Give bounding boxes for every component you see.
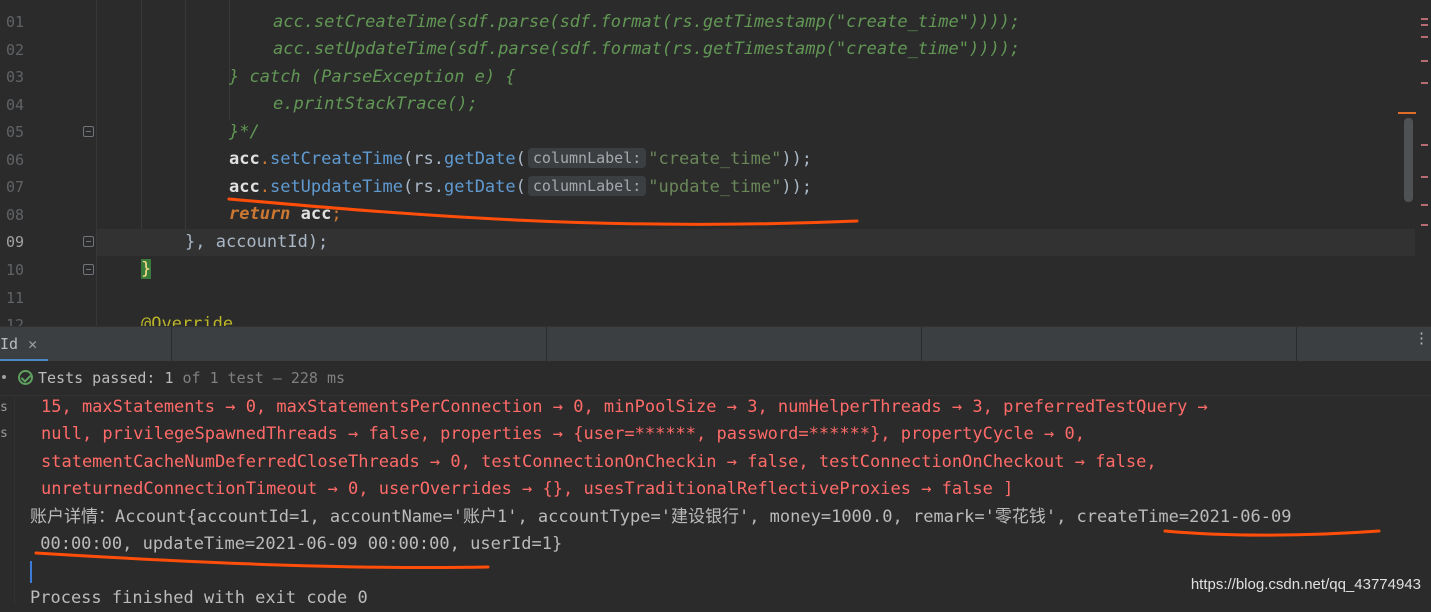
tests-total-label: of 1 test xyxy=(173,369,264,387)
console-left-strip: s s xyxy=(0,396,15,605)
code-line: }*/ xyxy=(229,122,260,142)
console-log-line: 15, maxStatements → 0, maxStatementsPerC… xyxy=(41,397,1208,417)
code-token: ( xyxy=(515,149,526,169)
line-number: 07 xyxy=(5,178,24,196)
console-log-line: statementCacheNumDeferredCloseThreads → … xyxy=(41,452,1157,472)
line-number: 11 xyxy=(5,289,24,307)
caret-position-mark xyxy=(1398,112,1416,114)
error-stripe-mark[interactable] xyxy=(1421,18,1428,20)
line-number: 12 xyxy=(5,316,24,326)
line-number: 03 xyxy=(5,68,24,86)
line-number-current: 09 xyxy=(5,233,24,251)
indent-guide xyxy=(141,0,142,229)
test-status-bar: Tests passed: 1 of 1 test – 228 ms xyxy=(0,361,1431,396)
editor-scroll-thumb[interactable] xyxy=(1404,118,1413,202)
watermark-url: https://blog.csdn.net/qq_43774943 xyxy=(1190,576,1421,593)
run-tab-label: Id xyxy=(0,335,19,353)
error-stripe-mark[interactable] xyxy=(1421,204,1428,206)
tabbar-divider xyxy=(546,327,547,362)
test-duration: – 228 ms xyxy=(263,369,346,387)
code-line-set-update-time: acc.setUpdateTime(rs.getDate(columnLabel… xyxy=(229,174,812,201)
console-output-line: 00:00:00, updateTime=2021-06-09 00:00:00… xyxy=(30,534,563,554)
console-log-line: null, privilegeSpawnedThreads → false, p… xyxy=(41,424,1085,444)
parameter-hint: columnLabel: xyxy=(527,176,647,196)
string-token: "create_time" xyxy=(648,149,782,169)
tabbar-divider xyxy=(921,327,922,362)
line-number: 08 xyxy=(5,206,24,224)
string-token: "update_time" xyxy=(648,177,782,197)
status-bullet-icon xyxy=(2,375,6,379)
console-caret xyxy=(30,561,32,583)
method-token: setCreateTime xyxy=(269,149,404,169)
line-number: 02 xyxy=(5,41,24,59)
code-editor[interactable]: 01 02 03 04 05 06 07 08 09 10 11 12 acc.… xyxy=(0,0,1431,326)
code-token: )); xyxy=(781,177,813,197)
line-number: 10 xyxy=(5,261,24,279)
editor-scroll-track[interactable] xyxy=(1416,0,1431,326)
fold-marker-icon[interactable] xyxy=(83,264,94,275)
code-line: } catch (ParseException e) { xyxy=(229,64,516,91)
error-stripe-mark[interactable] xyxy=(1421,82,1428,84)
code-line-annotation: @Override xyxy=(141,314,234,326)
run-tab[interactable]: Id ✕ xyxy=(0,327,172,362)
indent-guide xyxy=(185,0,186,229)
return-keyword: return xyxy=(229,204,291,224)
run-tool-window-tabbar: Id ✕ ⋮ xyxy=(0,326,1431,363)
fold-marker-icon[interactable] xyxy=(83,236,94,247)
code-line-set-create-time: acc.setCreateTime(rs.getDate(columnLabel… xyxy=(229,146,812,173)
code-line: e.printStackTrace(); xyxy=(273,94,478,114)
code-token: )); xyxy=(781,149,813,169)
semicolon-token: ; xyxy=(331,204,342,224)
code-line-return: return acc; xyxy=(229,201,342,228)
console-log-line: unreturnedConnectionTimeout → 0, userOve… xyxy=(41,479,1014,499)
console-output-line: 账户详情：Account{accountId=1, accountName='账… xyxy=(30,507,1292,527)
code-line: }, accountId); xyxy=(185,232,329,252)
method-token: getDate xyxy=(443,149,516,169)
line-number: 06 xyxy=(5,151,24,169)
test-status-text: Tests passed: 1 of 1 test – 228 ms xyxy=(38,369,345,387)
variable-token: acc xyxy=(229,149,260,169)
underline-annotation xyxy=(1163,529,1381,537)
dot-token: . xyxy=(259,177,270,197)
editor-gutter: 01 02 03 04 05 06 07 08 09 10 11 12 xyxy=(0,0,96,326)
console-side-mark: s xyxy=(0,400,8,415)
parameter-hint: columnLabel: xyxy=(527,148,647,168)
gutter-separator xyxy=(96,0,97,326)
line-number: 01 xyxy=(5,13,24,31)
catch-keyword: catch xyxy=(249,67,301,87)
error-stripe-mark[interactable] xyxy=(1421,176,1428,178)
code-line: acc.setCreateTime(sdf.parse(sdf.format(r… xyxy=(273,12,1021,32)
code-token: (rs. xyxy=(403,177,444,197)
tests-passed-label: Tests passed: xyxy=(38,369,165,387)
variable-token: acc xyxy=(229,177,260,197)
code-token: ( xyxy=(515,177,526,197)
console-side-mark: s xyxy=(0,426,8,441)
error-stripe-mark[interactable] xyxy=(1421,36,1428,38)
tabbar-divider xyxy=(1296,327,1297,362)
code-line: } xyxy=(141,256,152,283)
code-token: (ParseException e) { xyxy=(300,67,516,87)
line-number: 04 xyxy=(5,96,24,114)
indent-guide xyxy=(229,0,230,120)
close-icon[interactable]: ✕ xyxy=(28,335,37,353)
error-stripe-mark[interactable] xyxy=(1421,224,1428,226)
method-token: getDate xyxy=(443,177,516,197)
code-token: (rs. xyxy=(403,149,444,169)
error-stripe-mark[interactable] xyxy=(1421,24,1428,26)
dot-token: . xyxy=(259,149,270,169)
process-finished-line: Process finished with exit code 0 xyxy=(30,588,368,608)
error-stripe-mark[interactable] xyxy=(1421,144,1428,146)
matched-brace: } xyxy=(141,259,152,279)
fold-marker-icon[interactable] xyxy=(83,126,94,137)
code-token: } xyxy=(229,67,250,87)
line-number: 05 xyxy=(5,123,24,141)
error-stripe-mark[interactable] xyxy=(1421,60,1428,62)
variable-token: acc xyxy=(290,204,332,224)
test-passed-check-icon xyxy=(18,370,33,385)
method-token: setUpdateTime xyxy=(269,177,404,197)
code-line: acc.setUpdateTime(sdf.parse(sdf.format(r… xyxy=(273,39,1021,59)
more-options-icon[interactable]: ⋮ xyxy=(1414,331,1429,346)
